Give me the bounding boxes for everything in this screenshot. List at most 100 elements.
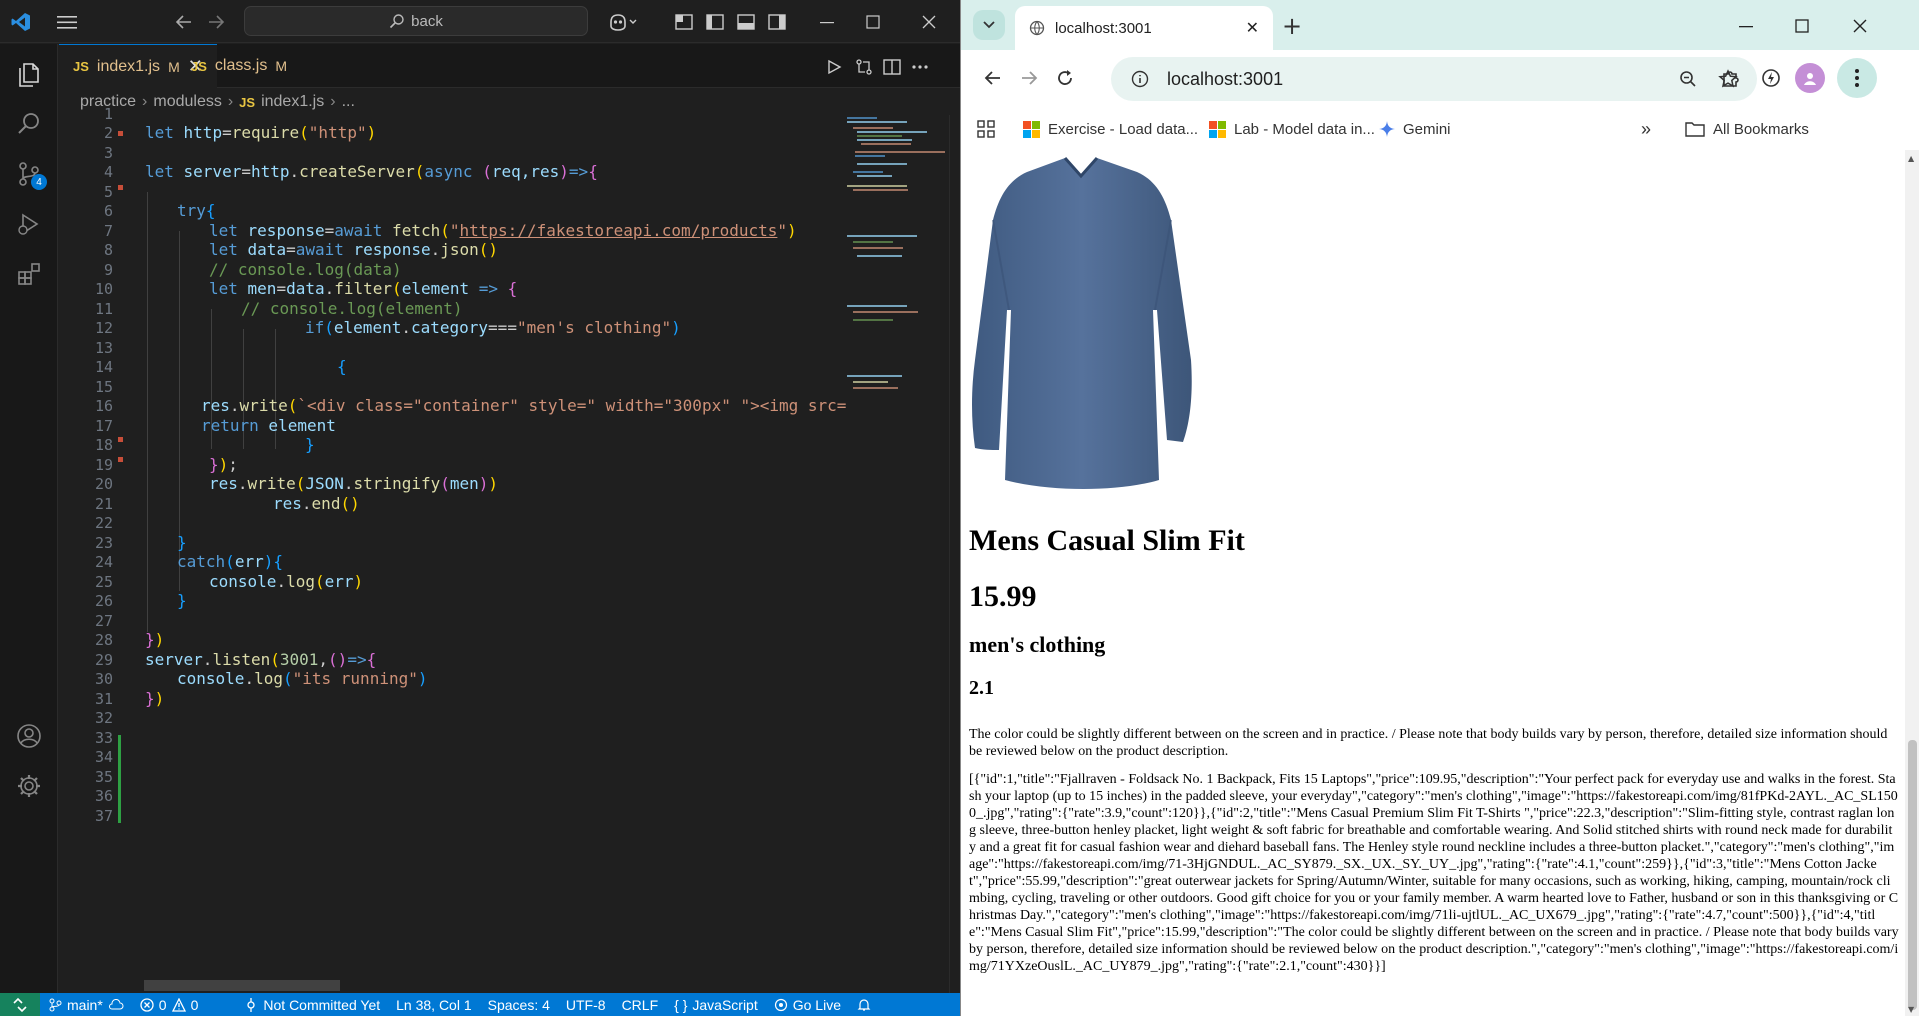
- source-control-icon[interactable]: 4: [9, 154, 49, 194]
- breadcrumb-item[interactable]: moduless: [153, 93, 221, 111]
- scm-badge: 4: [31, 174, 47, 190]
- maximize-icon[interactable]: [1787, 12, 1817, 40]
- address-bar[interactable]: localhost:3001: [1111, 57, 1757, 101]
- branch-status[interactable]: main*: [40, 993, 132, 1016]
- breadcrumb-item[interactable]: index1.js: [261, 93, 324, 111]
- command-center-search[interactable]: back: [244, 6, 588, 36]
- problems-status[interactable]: 0 0: [132, 993, 207, 1016]
- indentation-status[interactable]: Spaces: 4: [480, 993, 558, 1016]
- breadcrumb: practice › moduless › JS index1.js › ...: [80, 91, 355, 113]
- toggle-secondary-sidebar-icon[interactable]: [765, 10, 789, 34]
- reload-icon[interactable]: [1049, 62, 1081, 94]
- language-mode[interactable]: { } JavaScript: [666, 993, 766, 1016]
- javascript-file-icon: JS: [73, 59, 89, 74]
- search-icon[interactable]: [9, 104, 49, 144]
- url-text[interactable]: localhost:3001: [1167, 69, 1661, 90]
- chrome-menu-icon[interactable]: [1837, 58, 1877, 98]
- new-tab-button[interactable]: +: [1277, 12, 1307, 40]
- line-number: 37: [94, 807, 113, 825]
- copilot-icon[interactable]: [604, 8, 642, 36]
- gutter-deleted-marker: [118, 437, 123, 442]
- code-editor[interactable]: 1 2 3 4 5 6 7 8 9 10 11 12 13 14 15 16 1…: [59, 105, 960, 993]
- gutter-added-marker: [118, 735, 121, 823]
- toggle-primary-sidebar-icon[interactable]: [703, 10, 727, 34]
- remote-indicator-icon[interactable]: [0, 993, 40, 1016]
- forward-arrow-icon[interactable]: [202, 8, 230, 36]
- run-debug-icon[interactable]: [9, 204, 49, 244]
- code-line: let http=require("http"): [145, 123, 377, 142]
- modified-indicator: M: [275, 58, 288, 74]
- microsoft-logo-icon: [1023, 120, 1040, 138]
- editor-horizontal-scrollbar[interactable]: [144, 980, 340, 991]
- minimize-icon[interactable]: [812, 8, 842, 36]
- settings-gear-icon[interactable]: [9, 766, 49, 806]
- minimap[interactable]: [843, 115, 949, 415]
- branch-label: main*: [67, 996, 103, 1013]
- close-window-icon[interactable]: [914, 8, 944, 36]
- gutter-deleted-marker: [118, 457, 123, 462]
- more-bookmarks-icon[interactable]: »: [1641, 116, 1651, 142]
- git-blame-status[interactable]: Not Committed Yet: [236, 993, 388, 1016]
- code-line: }: [305, 435, 315, 454]
- extensions-puzzle-icon[interactable]: [1715, 62, 1747, 94]
- hamburger-menu-icon[interactable]: [52, 8, 82, 36]
- site-info-icon[interactable]: [1127, 66, 1153, 92]
- run-file-icon[interactable]: [821, 54, 847, 80]
- extensions-icon[interactable]: [9, 254, 49, 294]
- broadcast-icon: [774, 998, 787, 1011]
- editor-tab-bar: JS index1.js M ✕ JS class.js M: [59, 44, 960, 88]
- minimize-icon[interactable]: [1731, 12, 1761, 40]
- notifications-bell-icon[interactable]: [849, 993, 879, 1016]
- more-actions-icon[interactable]: [907, 54, 933, 80]
- encoding-status[interactable]: UTF-8: [558, 993, 614, 1016]
- performance-icon[interactable]: [1755, 62, 1787, 94]
- apps-grid-icon[interactable]: [977, 116, 995, 142]
- error-icon: [140, 997, 154, 1012]
- maximize-icon[interactable]: [858, 8, 888, 36]
- page-scrollbar[interactable]: ▲ ▼: [1905, 150, 1919, 1016]
- cursor-position[interactable]: Ln 38, Col 1: [388, 993, 480, 1016]
- bookmark-item[interactable]: Lab - Model data in...: [1209, 116, 1375, 142]
- indent-guide: [147, 192, 148, 632]
- editor-vertical-scrollbar[interactable]: [949, 115, 960, 993]
- warning-count: 0: [190, 996, 199, 1013]
- chrome-tab-strip: localhost:3001 ✕ +: [961, 0, 1919, 50]
- scrollbar-thumb[interactable]: [1908, 740, 1917, 1010]
- bookmark-label: Lab - Model data in...: [1234, 120, 1375, 138]
- back-arrow-icon[interactable]: [170, 8, 198, 36]
- accounts-icon[interactable]: [9, 716, 49, 756]
- code-line: if(element.category==="men's clothing"): [305, 318, 681, 337]
- globe-icon: [1029, 20, 1045, 36]
- explorer-icon[interactable]: [9, 54, 49, 94]
- code-line: }: [177, 591, 187, 610]
- zoom-icon[interactable]: [1675, 66, 1701, 92]
- tab-search-button[interactable]: [973, 10, 1005, 40]
- tab-class-js[interactable]: JS class.js M: [177, 44, 301, 88]
- bookmark-label: Gemini: [1403, 120, 1451, 138]
- bookmark-item[interactable]: Gemini: [1379, 116, 1451, 142]
- layout-editor-icon[interactable]: [672, 10, 696, 34]
- compare-changes-icon[interactable]: [851, 54, 877, 80]
- scroll-down-arrow-icon[interactable]: ▼: [1908, 1005, 1914, 1014]
- search-text: back: [411, 12, 443, 30]
- split-editor-icon[interactable]: [879, 54, 905, 80]
- back-arrow-icon[interactable]: [977, 62, 1009, 94]
- page-viewport: Mens Casual Slim Fit 15.99 men's clothin…: [961, 150, 1905, 1016]
- close-window-icon[interactable]: [1845, 12, 1875, 40]
- toggle-panel-icon[interactable]: [734, 10, 758, 34]
- microsoft-logo-icon: [1209, 120, 1226, 138]
- forward-arrow-icon[interactable]: [1013, 62, 1045, 94]
- product-image: [972, 157, 1192, 489]
- bookmark-item[interactable]: Exercise - Load data...: [1023, 116, 1198, 142]
- go-live-button[interactable]: Go Live: [766, 993, 849, 1016]
- bookmark-label: Exercise - Load data...: [1048, 120, 1199, 138]
- profile-avatar[interactable]: [1795, 63, 1825, 93]
- browser-tab[interactable]: localhost:3001 ✕: [1015, 6, 1273, 50]
- close-tab-icon[interactable]: ✕: [1246, 18, 1259, 38]
- all-bookmarks[interactable]: All Bookmarks: [1685, 116, 1809, 142]
- commit-label: Not Committed Yet: [263, 996, 381, 1013]
- bookmarks-bar: Exercise - Load data... Lab - Model data…: [961, 108, 1919, 150]
- scroll-up-arrow-icon[interactable]: ▲: [1908, 154, 1914, 163]
- breadcrumb-item[interactable]: ...: [342, 93, 355, 111]
- eol-status[interactable]: CRLF: [614, 993, 667, 1016]
